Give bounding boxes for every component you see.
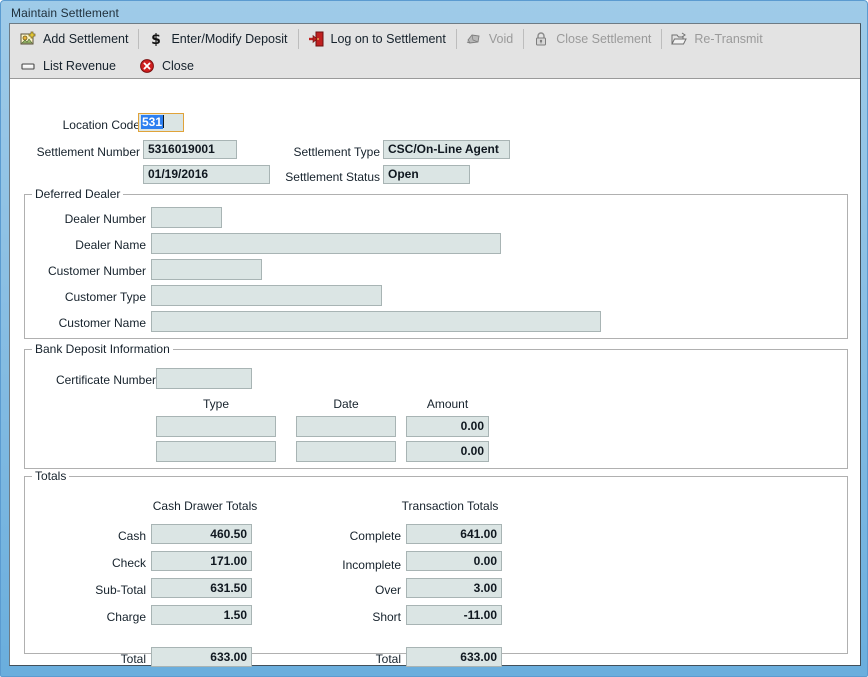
re-transmit-button[interactable]: Re-Transmit bbox=[665, 27, 769, 51]
short-value[interactable]: -11.00 bbox=[406, 605, 502, 625]
dealer-name-label: Dealer Name bbox=[20, 238, 146, 252]
list-revenue-button[interactable]: List Revenue bbox=[10, 54, 123, 78]
customer-type-label: Customer Type bbox=[20, 290, 146, 304]
text-caret bbox=[163, 115, 164, 128]
svg-text:$: $ bbox=[152, 32, 162, 47]
open-folder-icon bbox=[671, 31, 687, 47]
customer-type-input[interactable] bbox=[151, 285, 382, 306]
transaction-total-label: Total bbox=[285, 652, 401, 666]
enter-modify-deposit-label: Enter/Modify Deposit bbox=[171, 32, 287, 46]
check-label: Check bbox=[30, 556, 146, 570]
deposit-type-input-row2[interactable] bbox=[156, 441, 276, 462]
incomplete-value[interactable]: 0.00 bbox=[406, 551, 502, 571]
charge-label: Charge bbox=[30, 610, 146, 624]
deposit-amount-input-row1[interactable]: 0.00 bbox=[406, 416, 489, 437]
incomplete-label: Incomplete bbox=[285, 558, 401, 572]
client-area: Add Settlement $ Enter/Modify Deposit bbox=[9, 23, 861, 666]
list-revenue-icon bbox=[20, 58, 36, 74]
window-title: Maintain Settlement bbox=[11, 6, 119, 20]
over-value[interactable]: 3.00 bbox=[406, 578, 502, 598]
close-label: Close bbox=[162, 59, 194, 73]
void-button[interactable]: Void bbox=[460, 27, 520, 51]
sub-total-label: Sub-Total bbox=[30, 583, 146, 597]
deposit-type-column-header: Type bbox=[156, 397, 276, 411]
complete-label: Complete bbox=[285, 529, 401, 543]
transaction-total-value[interactable]: 633.00 bbox=[406, 647, 502, 667]
toolbar-row-secondary: List Revenue Close bbox=[10, 53, 201, 79]
sub-total-value[interactable]: 631.50 bbox=[151, 578, 252, 598]
toolbar: Add Settlement $ Enter/Modify Deposit bbox=[10, 24, 860, 79]
bank-deposit-title: Bank Deposit Information bbox=[32, 343, 173, 356]
settlement-type-label: Settlement Type bbox=[270, 145, 380, 159]
add-settlement-label: Add Settlement bbox=[43, 32, 128, 46]
dealer-number-input[interactable] bbox=[151, 207, 222, 228]
deposit-date-input-row2[interactable] bbox=[296, 441, 396, 462]
toolbar-row-primary: Add Settlement $ Enter/Modify Deposit bbox=[10, 26, 770, 52]
settlement-status-input[interactable]: Open bbox=[383, 165, 470, 184]
list-revenue-label: List Revenue bbox=[43, 59, 116, 73]
cash-drawer-total-label: Total bbox=[30, 652, 146, 666]
location-code-label: Location Code bbox=[30, 118, 140, 132]
complete-value[interactable]: 641.00 bbox=[406, 524, 502, 544]
cash-drawer-totals-heading: Cash Drawer Totals bbox=[140, 499, 270, 513]
settlement-number-label: Settlement Number bbox=[20, 145, 140, 159]
void-label: Void bbox=[489, 32, 513, 46]
transaction-totals-heading: Transaction Totals bbox=[385, 499, 515, 513]
cash-drawer-total-value[interactable]: 633.00 bbox=[151, 647, 252, 667]
void-stamp-icon bbox=[466, 31, 482, 47]
certificate-number-input[interactable] bbox=[156, 368, 252, 389]
deposit-date-input-row1[interactable] bbox=[296, 416, 396, 437]
toolbar-separator bbox=[456, 29, 457, 49]
settlement-status-label: Settlement Status bbox=[260, 170, 380, 184]
totals-title: Totals bbox=[32, 470, 69, 483]
form-area: Location Code 531 Settlement Number 5316… bbox=[10, 79, 860, 665]
toolbar-separator bbox=[523, 29, 524, 49]
check-value[interactable]: 171.00 bbox=[151, 551, 252, 571]
logon-door-icon bbox=[308, 31, 324, 47]
customer-name-input[interactable] bbox=[151, 311, 601, 332]
dealer-number-label: Dealer Number bbox=[20, 212, 146, 226]
short-label: Short bbox=[285, 610, 401, 624]
close-settlement-button[interactable]: Close Settlement bbox=[527, 27, 658, 51]
log-on-to-settlement-label: Log on to Settlement bbox=[331, 32, 446, 46]
dollar-icon: $ bbox=[148, 31, 164, 47]
title-bar[interactable]: Maintain Settlement bbox=[1, 1, 868, 23]
location-code-selected-text: 531 bbox=[141, 115, 163, 129]
settlement-type-input[interactable]: CSC/On-Line Agent bbox=[383, 140, 510, 159]
location-code-input[interactable]: 531 bbox=[138, 113, 184, 132]
log-on-to-settlement-button[interactable]: Log on to Settlement bbox=[302, 27, 453, 51]
re-transmit-label: Re-Transmit bbox=[694, 32, 762, 46]
cash-label: Cash bbox=[30, 529, 146, 543]
padlock-icon bbox=[533, 31, 549, 47]
cash-value[interactable]: 460.50 bbox=[151, 524, 252, 544]
over-label: Over bbox=[285, 583, 401, 597]
deferred-dealer-title: Deferred Dealer bbox=[32, 188, 123, 201]
charge-value[interactable]: 1.50 bbox=[151, 605, 252, 625]
toolbar-separator bbox=[298, 29, 299, 49]
window-frame: Maintain Settlement Add Settlement bbox=[0, 0, 868, 677]
customer-name-label: Customer Name bbox=[20, 316, 146, 330]
toolbar-separator bbox=[138, 29, 139, 49]
toolbar-separator bbox=[661, 29, 662, 49]
enter-modify-deposit-button[interactable]: $ Enter/Modify Deposit bbox=[142, 27, 294, 51]
close-button[interactable]: Close bbox=[133, 54, 201, 78]
deposit-type-input-row1[interactable] bbox=[156, 416, 276, 437]
close-settlement-label: Close Settlement bbox=[556, 32, 651, 46]
settlement-number-input[interactable]: 5316019001 bbox=[143, 140, 237, 159]
dealer-name-input[interactable] bbox=[151, 233, 501, 254]
certificate-number-label: Certificate Number bbox=[20, 373, 156, 387]
work-date-input[interactable]: 01/19/2016 bbox=[143, 165, 270, 184]
customer-number-input[interactable] bbox=[151, 259, 262, 280]
add-settlement-button[interactable]: Add Settlement bbox=[10, 27, 135, 51]
deposit-date-column-header: Date bbox=[296, 397, 396, 411]
deposit-amount-input-row2[interactable]: 0.00 bbox=[406, 441, 489, 462]
close-red-x-icon bbox=[139, 58, 155, 74]
add-settlement-icon bbox=[20, 31, 36, 47]
customer-number-label: Customer Number bbox=[20, 264, 146, 278]
deposit-amount-column-header: Amount bbox=[406, 397, 489, 411]
